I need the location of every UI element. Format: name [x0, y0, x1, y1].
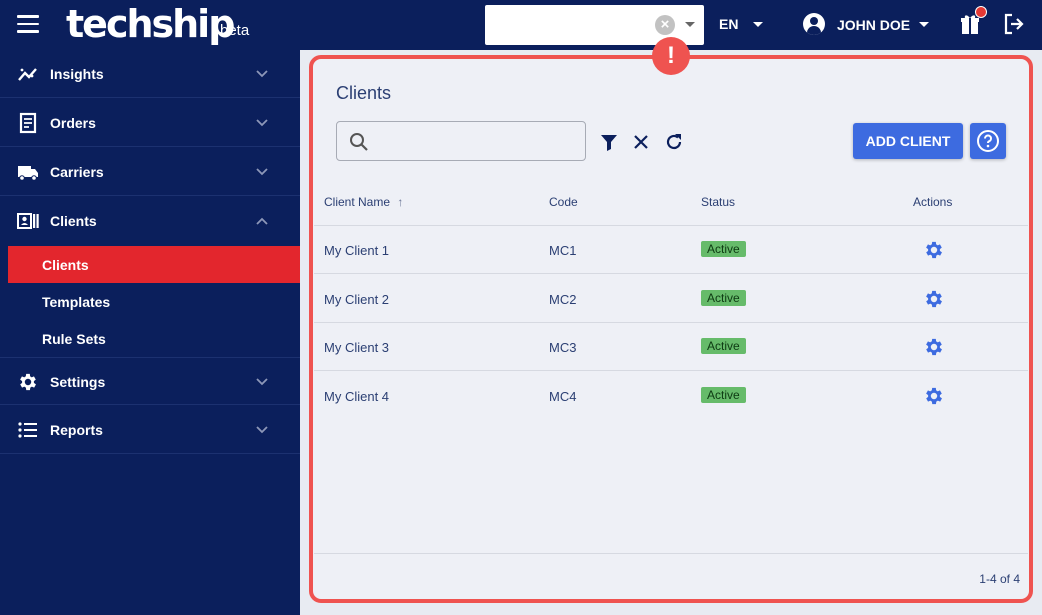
column-header-client-name[interactable]: Client Name ↑: [324, 195, 403, 209]
gear-icon[interactable]: [923, 385, 945, 407]
chevron-down-icon: [256, 168, 268, 176]
client-code: MC2: [549, 292, 577, 307]
status-badge: Active: [701, 387, 746, 403]
sidebar-item-label: Settings: [50, 374, 106, 390]
insights-icon: [18, 68, 37, 81]
search-icon: [350, 133, 368, 151]
chevron-down-icon: [256, 426, 268, 434]
logout-icon[interactable]: [1003, 13, 1025, 35]
clients-icon: [17, 213, 39, 229]
sidebar-item-reports[interactable]: Reports: [0, 406, 300, 454]
list-icon: [18, 422, 37, 438]
sidebar-subitem-clients[interactable]: Clients: [8, 246, 300, 283]
gear-icon[interactable]: [923, 239, 945, 261]
client-code: MC3: [549, 340, 577, 355]
user-menu[interactable]: JOHN DOE: [837, 17, 910, 33]
sidebar-item-label: Orders: [50, 115, 96, 131]
page-title: Clients: [336, 83, 392, 103]
sidebar-subitem-rule-sets[interactable]: Rule Sets: [8, 320, 300, 357]
search-field[interactable]: [336, 121, 586, 161]
sidebar-item-label: Carriers: [50, 164, 104, 180]
menu-icon[interactable]: [17, 15, 39, 35]
chevron-down-icon[interactable]: [753, 22, 763, 27]
table-row[interactable]: My Client 2 MC2 Active: [314, 275, 1028, 323]
column-header-actions: Actions: [913, 195, 953, 209]
sidebar-subitem-label: Templates: [42, 294, 111, 310]
client-name[interactable]: My Client 3: [324, 340, 389, 355]
sidebar-item-settings[interactable]: Settings: [0, 357, 300, 405]
status-badge: Active: [701, 290, 746, 306]
chevron-up-icon: [256, 217, 268, 225]
sidebar-item-label: Reports: [50, 422, 103, 438]
sidebar-subitem-label: Clients: [42, 257, 89, 273]
notification-dot: [975, 6, 987, 18]
beta-label: beta: [220, 22, 250, 39]
help-icon: [977, 130, 999, 152]
column-header-code[interactable]: Code: [549, 195, 578, 209]
add-client-button[interactable]: ADD CLIENT: [853, 123, 963, 159]
search-input[interactable]: [375, 130, 575, 152]
table-row[interactable]: My Client 3 MC3 Active: [314, 323, 1028, 371]
status-badge: Active: [701, 338, 746, 354]
gear-icon[interactable]: [923, 288, 945, 310]
chevron-down-icon: [256, 119, 268, 127]
orders-icon: [19, 112, 37, 134]
divider: [314, 553, 1028, 554]
gear-icon[interactable]: [923, 336, 945, 358]
pagination-label: 1-4 of 4: [979, 572, 1020, 586]
refresh-icon[interactable]: [663, 131, 685, 153]
column-header-status[interactable]: Status: [701, 195, 735, 209]
clients-panel: Clients ADD CLIENT Client Name ↑ Code St…: [309, 55, 1033, 603]
clear-icon[interactable]: ×: [655, 15, 675, 35]
sidebar-item-orders[interactable]: Orders: [0, 99, 300, 147]
sidebar-item-label: Clients: [50, 213, 97, 229]
gear-icon: [20, 373, 36, 391]
chevron-down-icon[interactable]: [919, 22, 929, 27]
table-row[interactable]: My Client 1 MC1 Active: [314, 226, 1028, 274]
logo[interactable]: techship: [66, 2, 235, 46]
dropdown-icon[interactable]: [685, 22, 695, 27]
status-badge: Active: [701, 241, 746, 257]
chevron-down-icon: [256, 378, 268, 386]
sort-arrow-icon: ↑: [397, 195, 404, 209]
client-name[interactable]: My Client 2: [324, 292, 389, 307]
sidebar: Insights Orders Carriers Clients Clients…: [0, 50, 300, 615]
client-code: MC1: [549, 243, 577, 258]
close-icon[interactable]: [630, 131, 652, 153]
language-selector[interactable]: EN: [719, 16, 738, 32]
user-icon[interactable]: [803, 13, 825, 35]
client-name[interactable]: My Client 1: [324, 243, 389, 258]
sidebar-subitem-label: Rule Sets: [42, 331, 106, 347]
table-row[interactable]: My Client 4 MC4 Active: [314, 372, 1028, 420]
client-code: MC4: [549, 389, 577, 404]
sidebar-item-carriers[interactable]: Carriers: [0, 148, 300, 196]
chevron-down-icon: [256, 70, 268, 78]
sidebar-subitem-templates[interactable]: Templates: [8, 283, 300, 320]
top-bar: techship beta × EN JOHN DOE: [0, 0, 1042, 50]
error-icon: !: [652, 37, 690, 75]
sidebar-item-clients[interactable]: Clients: [0, 197, 300, 245]
sidebar-item-insights[interactable]: Insights: [0, 50, 300, 98]
client-name[interactable]: My Client 4: [324, 389, 389, 404]
truck-icon: [18, 166, 38, 181]
sidebar-item-label: Insights: [50, 66, 104, 82]
help-button[interactable]: [970, 123, 1006, 159]
filter-icon[interactable]: [598, 131, 620, 153]
